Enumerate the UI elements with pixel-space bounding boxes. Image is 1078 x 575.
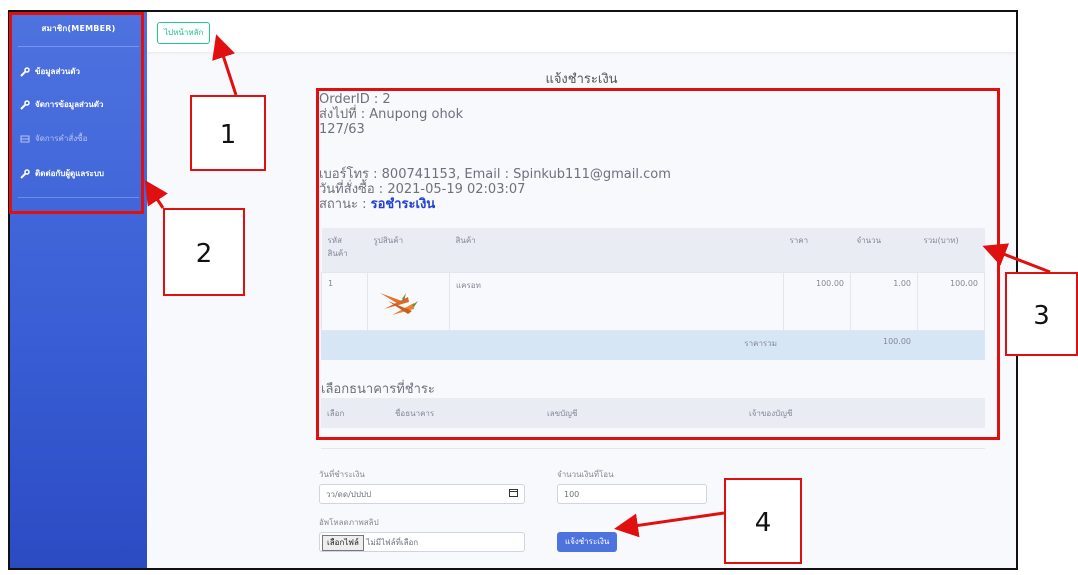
annotation-label-3: 3 <box>1005 272 1078 356</box>
arrow-2 <box>144 179 168 209</box>
arrow-1 <box>212 34 238 96</box>
annotation-label-1: 1 <box>190 95 266 171</box>
annotation-label-4: 4 <box>724 478 802 564</box>
annotation-arrows <box>144 34 1051 538</box>
arrow-3 <box>982 243 1051 274</box>
annotation-label-2: 2 <box>163 208 245 296</box>
arrow-4 <box>614 511 725 538</box>
